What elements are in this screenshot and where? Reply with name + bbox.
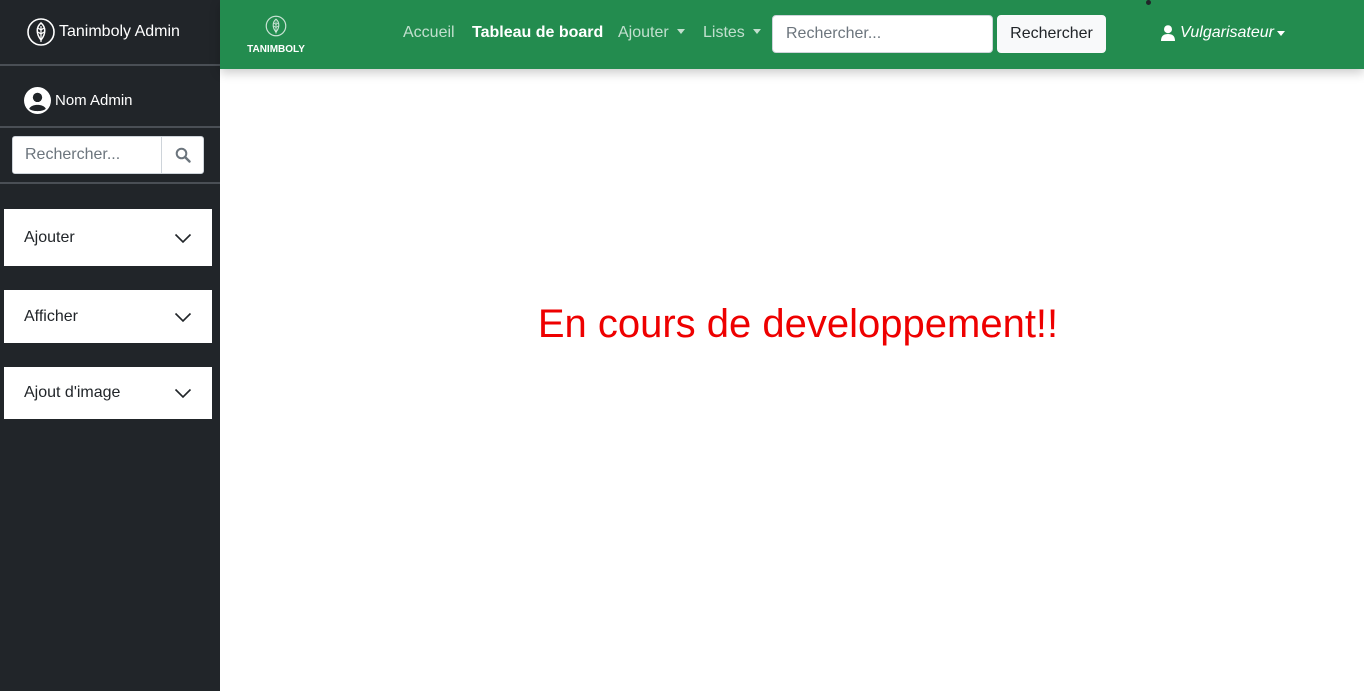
- user-name: Nom Admin: [55, 91, 133, 109]
- search-icon: [175, 147, 191, 163]
- nav-listes-dropdown[interactable]: Listes: [703, 24, 761, 42]
- caret-down-icon: [676, 29, 685, 34]
- sidebar-search-box: [12, 136, 204, 174]
- accordion-ajouter[interactable]: Ajouter: [4, 209, 212, 266]
- nav-ajouter-dropdown[interactable]: Ajouter: [618, 24, 685, 42]
- user-menu-label: Vulgarisateur: [1180, 24, 1274, 41]
- decorative-dot: [1146, 0, 1151, 5]
- sidebar-brand[interactable]: Tanimboly Admin: [0, 0, 220, 66]
- accordion-afficher[interactable]: Afficher: [4, 290, 212, 343]
- chevron-down-icon: [174, 233, 192, 243]
- caret-down-icon: [752, 29, 761, 34]
- nav-accueil[interactable]: Accueil: [403, 24, 455, 42]
- nav-tableau-de-board[interactable]: Tableau de board: [472, 24, 603, 42]
- accordion-label: Ajouter: [24, 228, 75, 246]
- navbar-logo[interactable]: TANIMBOLY: [244, 14, 308, 55]
- leaf-logo-icon: [27, 18, 55, 46]
- sidebar-search: [0, 128, 220, 184]
- sidebar-user: Nom Admin: [0, 66, 220, 128]
- sidebar: Tanimboly Admin Nom Admin Ajouter Affich…: [0, 0, 220, 691]
- navbar-search-button[interactable]: Rechercher: [997, 15, 1106, 53]
- user-circle-icon: [24, 86, 51, 114]
- chevron-down-icon: [174, 388, 192, 399]
- top-navbar: TANIMBOLY Accueil Tableau de board Ajout…: [220, 0, 1364, 69]
- chevron-down-icon: [174, 312, 192, 322]
- accordion-ajout-image[interactable]: Ajout d'image: [4, 367, 212, 419]
- nav-ajouter-label: Ajouter: [618, 24, 669, 41]
- sidebar-search-button[interactable]: [161, 137, 203, 173]
- leaf-logo-icon: [265, 15, 287, 37]
- accordion-label: Ajout d'image: [24, 384, 121, 401]
- accordion-label: Afficher: [24, 307, 78, 325]
- user-menu-dropdown[interactable]: Vulgarisateur: [1161, 24, 1285, 42]
- caret-down-icon: [1276, 30, 1285, 36]
- brand-title: Tanimboly Admin: [59, 23, 180, 40]
- user-icon: [1161, 25, 1175, 41]
- nav-listes-label: Listes: [703, 24, 745, 41]
- navbar-search-input[interactable]: [772, 15, 993, 53]
- development-message: En cours de developpement!!: [537, 302, 1059, 346]
- navbar-logo-text: TANIMBOLY: [247, 44, 305, 55]
- sidebar-search-input[interactable]: [13, 137, 161, 173]
